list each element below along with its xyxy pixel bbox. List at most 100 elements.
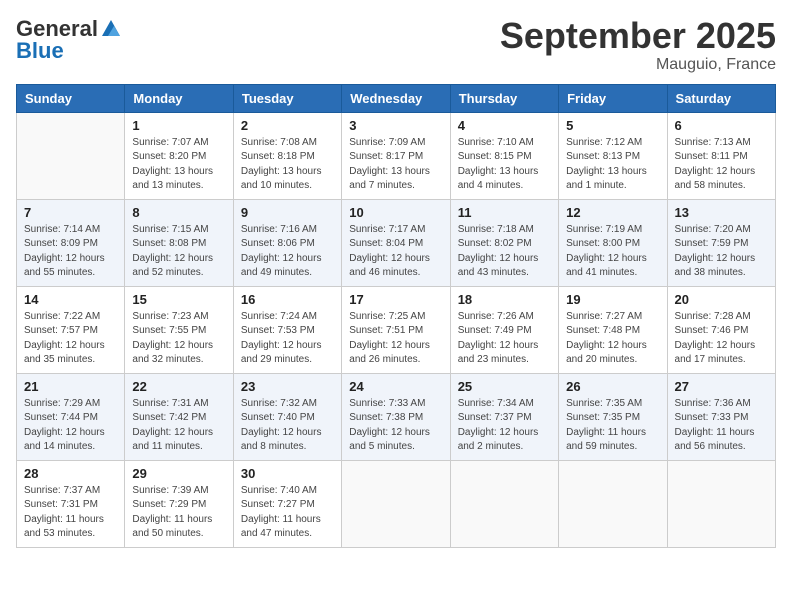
- calendar-day-cell: 27Sunrise: 7:36 AM Sunset: 7:33 PM Dayli…: [667, 373, 775, 460]
- day-header-monday: Monday: [125, 84, 233, 112]
- day-number: 10: [349, 205, 442, 220]
- day-number: 29: [132, 466, 225, 481]
- calendar-day-cell: [667, 460, 775, 547]
- day-number: 27: [675, 379, 768, 394]
- day-info: Sunrise: 7:24 AM Sunset: 7:53 PM Dayligh…: [241, 310, 334, 368]
- day-number: 12: [566, 205, 659, 220]
- calendar-day-cell: 22 Sunrise: 7:31 AM Sunset: 7:42 PM Dayli…: [125, 373, 233, 460]
- day-header-wednesday: Wednesday: [342, 84, 450, 112]
- day-info: Sunrise: 7:39 AM Sunset: 7:29 PM Dayligh…: [132, 484, 225, 542]
- day-number: 14: [24, 292, 117, 307]
- day-number: 6: [675, 118, 768, 133]
- day-number: 5: [566, 118, 659, 133]
- day-number: 2: [241, 118, 334, 133]
- day-number: 19: [566, 292, 659, 307]
- calendar-day-cell: 1 Sunrise: 7:07 AM Sunset: 8:20 PM Daylig…: [125, 112, 233, 199]
- calendar-day-cell: 29 Sunrise: 7:39 AM Sunset: 7:29 PM Dayli…: [125, 460, 233, 547]
- month-title: September 2025: [500, 16, 776, 56]
- calendar-day-cell: 26 Sunrise: 7:35 AM Sunset: 7:35 PM Dayli…: [559, 373, 667, 460]
- day-number: 23: [241, 379, 334, 394]
- day-info: Sunrise: 7:25 AM Sunset: 7:51 PM Dayligh…: [349, 310, 442, 368]
- day-header-friday: Friday: [559, 84, 667, 112]
- calendar-day-cell: 25 Sunrise: 7:34 AM Sunset: 7:37 PM Dayli…: [450, 373, 558, 460]
- day-info: Sunrise: 7:26 AM Sunset: 7:49 PM Dayligh…: [458, 310, 551, 368]
- calendar-day-cell: 13 Sunrise: 7:20 AM Sunset: 7:59 PM Dayli…: [667, 199, 775, 286]
- day-info: Sunrise: 7:28 AM Sunset: 7:46 PM Dayligh…: [675, 310, 768, 368]
- day-number: 28: [24, 466, 117, 481]
- calendar-day-cell: [17, 112, 125, 199]
- calendar-day-cell: [450, 460, 558, 547]
- day-number: 4: [458, 118, 551, 133]
- calendar-day-cell: 20Sunrise: 7:28 AM Sunset: 7:46 PM Dayli…: [667, 286, 775, 373]
- day-info: Sunrise: 7:10 AM Sunset: 8:15 PM Dayligh…: [458, 136, 551, 194]
- calendar-day-cell: 9Sunrise: 7:16 AM Sunset: 8:06 PM Daylig…: [233, 199, 341, 286]
- calendar-day-cell: 21Sunrise: 7:29 AM Sunset: 7:44 PM Dayli…: [17, 373, 125, 460]
- day-number: 25: [458, 379, 551, 394]
- calendar-day-cell: 15Sunrise: 7:23 AM Sunset: 7:55 PM Dayli…: [125, 286, 233, 373]
- title-block: September 2025 Mauguio, France: [500, 16, 776, 74]
- day-info: Sunrise: 7:29 AM Sunset: 7:44 PM Dayligh…: [24, 397, 117, 455]
- day-header-sunday: Sunday: [17, 84, 125, 112]
- day-info: Sunrise: 7:27 AM Sunset: 7:48 PM Dayligh…: [566, 310, 659, 368]
- day-info: Sunrise: 7:34 AM Sunset: 7:37 PM Dayligh…: [458, 397, 551, 455]
- day-info: Sunrise: 7:31 AM Sunset: 7:42 PM Dayligh…: [132, 397, 225, 455]
- calendar-day-cell: 3 Sunrise: 7:09 AM Sunset: 8:17 PM Daylig…: [342, 112, 450, 199]
- calendar-day-cell: 11Sunrise: 7:18 AM Sunset: 8:02 PM Dayli…: [450, 199, 558, 286]
- day-number: 3: [349, 118, 442, 133]
- day-info: Sunrise: 7:20 AM Sunset: 7:59 PM Dayligh…: [675, 223, 768, 281]
- day-info: Sunrise: 7:23 AM Sunset: 7:55 PM Dayligh…: [132, 310, 225, 368]
- day-info: Sunrise: 7:09 AM Sunset: 8:17 PM Dayligh…: [349, 136, 442, 194]
- calendar-table: SundayMondayTuesdayWednesdayThursdayFrid…: [16, 84, 776, 548]
- day-header-tuesday: Tuesday: [233, 84, 341, 112]
- day-header-thursday: Thursday: [450, 84, 558, 112]
- day-info: Sunrise: 7:37 AM Sunset: 7:31 PM Dayligh…: [24, 484, 117, 542]
- calendar-day-cell: 10 Sunrise: 7:17 AM Sunset: 8:04 PM Dayli…: [342, 199, 450, 286]
- calendar-day-cell: 14 Sunrise: 7:22 AM Sunset: 7:57 PM Dayli…: [17, 286, 125, 373]
- calendar-header-row: SundayMondayTuesdayWednesdayThursdayFrid…: [17, 84, 776, 112]
- day-number: 30: [241, 466, 334, 481]
- day-info: Sunrise: 7:35 AM Sunset: 7:35 PM Dayligh…: [566, 397, 659, 455]
- day-info: Sunrise: 7:08 AM Sunset: 8:18 PM Dayligh…: [241, 136, 334, 194]
- calendar-day-cell: 23 Sunrise: 7:32 AM Sunset: 7:40 PM Dayli…: [233, 373, 341, 460]
- calendar-week-row: 28 Sunrise: 7:37 AM Sunset: 7:31 PM Dayli…: [17, 460, 776, 547]
- day-info: Sunrise: 7:32 AM Sunset: 7:40 PM Dayligh…: [241, 397, 334, 455]
- day-number: 18: [458, 292, 551, 307]
- location-subtitle: Mauguio, France: [500, 56, 776, 74]
- calendar-day-cell: [342, 460, 450, 547]
- calendar-day-cell: [559, 460, 667, 547]
- day-info: Sunrise: 7:33 AM Sunset: 7:38 PM Dayligh…: [349, 397, 442, 455]
- day-number: 1: [132, 118, 225, 133]
- day-number: 7: [24, 205, 117, 220]
- day-info: Sunrise: 7:14 AM Sunset: 8:09 PM Dayligh…: [24, 223, 117, 281]
- calendar-day-cell: 5 Sunrise: 7:12 AM Sunset: 8:13 PM Daylig…: [559, 112, 667, 199]
- calendar-day-cell: 7 Sunrise: 7:14 AM Sunset: 8:09 PM Daylig…: [17, 199, 125, 286]
- day-info: Sunrise: 7:22 AM Sunset: 7:57 PM Dayligh…: [24, 310, 117, 368]
- day-info: Sunrise: 7:17 AM Sunset: 8:04 PM Dayligh…: [349, 223, 442, 281]
- day-number: 8: [132, 205, 225, 220]
- day-info: Sunrise: 7:12 AM Sunset: 8:13 PM Dayligh…: [566, 136, 659, 194]
- logo-blue-text: Blue: [16, 38, 64, 64]
- logo-icon: [100, 18, 122, 40]
- calendar-day-cell: 24 Sunrise: 7:33 AM Sunset: 7:38 PM Dayli…: [342, 373, 450, 460]
- day-number: 24: [349, 379, 442, 394]
- day-info: Sunrise: 7:19 AM Sunset: 8:00 PM Dayligh…: [566, 223, 659, 281]
- calendar-week-row: 1 Sunrise: 7:07 AM Sunset: 8:20 PM Daylig…: [17, 112, 776, 199]
- day-number: 22: [132, 379, 225, 394]
- page-header: General Blue September 2025 Mauguio, Fra…: [16, 16, 776, 74]
- day-number: 16: [241, 292, 334, 307]
- day-info: Sunrise: 7:18 AM Sunset: 8:02 PM Dayligh…: [458, 223, 551, 281]
- day-info: Sunrise: 7:13 AM Sunset: 8:11 PM Dayligh…: [675, 136, 768, 194]
- calendar-week-row: 14 Sunrise: 7:22 AM Sunset: 7:57 PM Dayli…: [17, 286, 776, 373]
- day-number: 26: [566, 379, 659, 394]
- calendar-day-cell: 18 Sunrise: 7:26 AM Sunset: 7:49 PM Dayli…: [450, 286, 558, 373]
- calendar-day-cell: 2 Sunrise: 7:08 AM Sunset: 8:18 PM Daylig…: [233, 112, 341, 199]
- day-info: Sunrise: 7:07 AM Sunset: 8:20 PM Dayligh…: [132, 136, 225, 194]
- day-number: 13: [675, 205, 768, 220]
- calendar-day-cell: 30Sunrise: 7:40 AM Sunset: 7:27 PM Dayli…: [233, 460, 341, 547]
- calendar-day-cell: 4 Sunrise: 7:10 AM Sunset: 8:15 PM Daylig…: [450, 112, 558, 199]
- calendar-day-cell: 19 Sunrise: 7:27 AM Sunset: 7:48 PM Dayli…: [559, 286, 667, 373]
- calendar-day-cell: 12 Sunrise: 7:19 AM Sunset: 8:00 PM Dayli…: [559, 199, 667, 286]
- calendar-day-cell: 17Sunrise: 7:25 AM Sunset: 7:51 PM Dayli…: [342, 286, 450, 373]
- calendar-day-cell: 28 Sunrise: 7:37 AM Sunset: 7:31 PM Dayli…: [17, 460, 125, 547]
- day-header-saturday: Saturday: [667, 84, 775, 112]
